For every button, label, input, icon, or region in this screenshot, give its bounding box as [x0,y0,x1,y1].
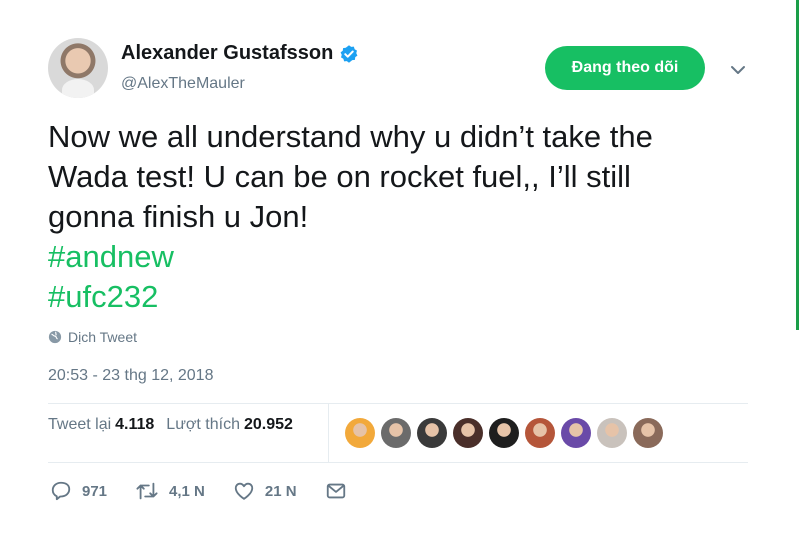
reply-count: 971 [82,482,108,500]
verified-badge-icon [340,44,358,63]
reply-icon [51,481,71,501]
retweets-count: 4.118 [115,416,155,433]
tweet-timestamp[interactable]: 20:53 - 23 thg 12, 2018 [48,367,213,385]
translate-label: Dịch Tweet [68,329,137,345]
engagement-stats: Tweet lại 4.118 Lượt thích 20.952 [48,416,293,434]
liker-avatar-8[interactable] [597,418,627,448]
liker-avatar-7[interactable] [561,418,591,448]
divider-bottom [48,462,748,463]
author-display-name[interactable]: Alexander Gustafsson [121,42,333,65]
retweet-count: 4,1 N [169,482,205,500]
tweet-text: Now we all understand why u didn’t take … [48,117,768,317]
stats-divider [328,403,329,462]
author-name-row: Alexander Gustafsson [121,42,359,65]
retweets-stat[interactable]: Tweet lại 4.118 [48,416,154,434]
translate-tweet-link[interactable]: Dịch Tweet [48,329,137,345]
avatar[interactable] [48,38,108,98]
liker-avatar-1[interactable] [345,418,375,448]
hashtag-ufc232[interactable]: #ufc232 [48,277,768,317]
retweets-label: Tweet lại [48,416,112,433]
liker-avatar-6[interactable] [525,418,555,448]
reply-button[interactable]: 971 [50,480,107,502]
retweet-icon [136,482,158,500]
like-button[interactable]: 21 N [233,480,297,502]
author-handle[interactable]: @AlexTheMauler [121,75,245,93]
likers-avatars [345,418,669,448]
action-bar: 971 4,1 N 21 N [50,480,375,502]
retweet-button[interactable]: 4,1 N [135,480,205,502]
likes-count: 20.952 [243,416,293,433]
liker-avatar-9[interactable] [633,418,663,448]
liker-avatar-3[interactable] [417,418,447,448]
like-count: 21 N [264,482,297,500]
tweet-body: Now we all understand why u didn’t take … [48,119,653,234]
following-button[interactable]: Đang theo dõi [545,46,705,90]
globe-icon [48,330,62,344]
hashtag-andnew[interactable]: #andnew [48,237,768,277]
direct-message-button[interactable] [325,480,347,502]
liker-avatar-4[interactable] [453,418,483,448]
likes-label: Lượt thích [166,416,240,433]
chevron-down-icon[interactable] [728,60,748,80]
heart-icon [234,482,254,500]
likes-stat[interactable]: Lượt thích 20.952 [166,416,293,434]
liker-avatar-2[interactable] [381,418,411,448]
envelope-icon [326,483,345,499]
liker-avatar-5[interactable] [489,418,519,448]
divider-top [48,403,748,404]
